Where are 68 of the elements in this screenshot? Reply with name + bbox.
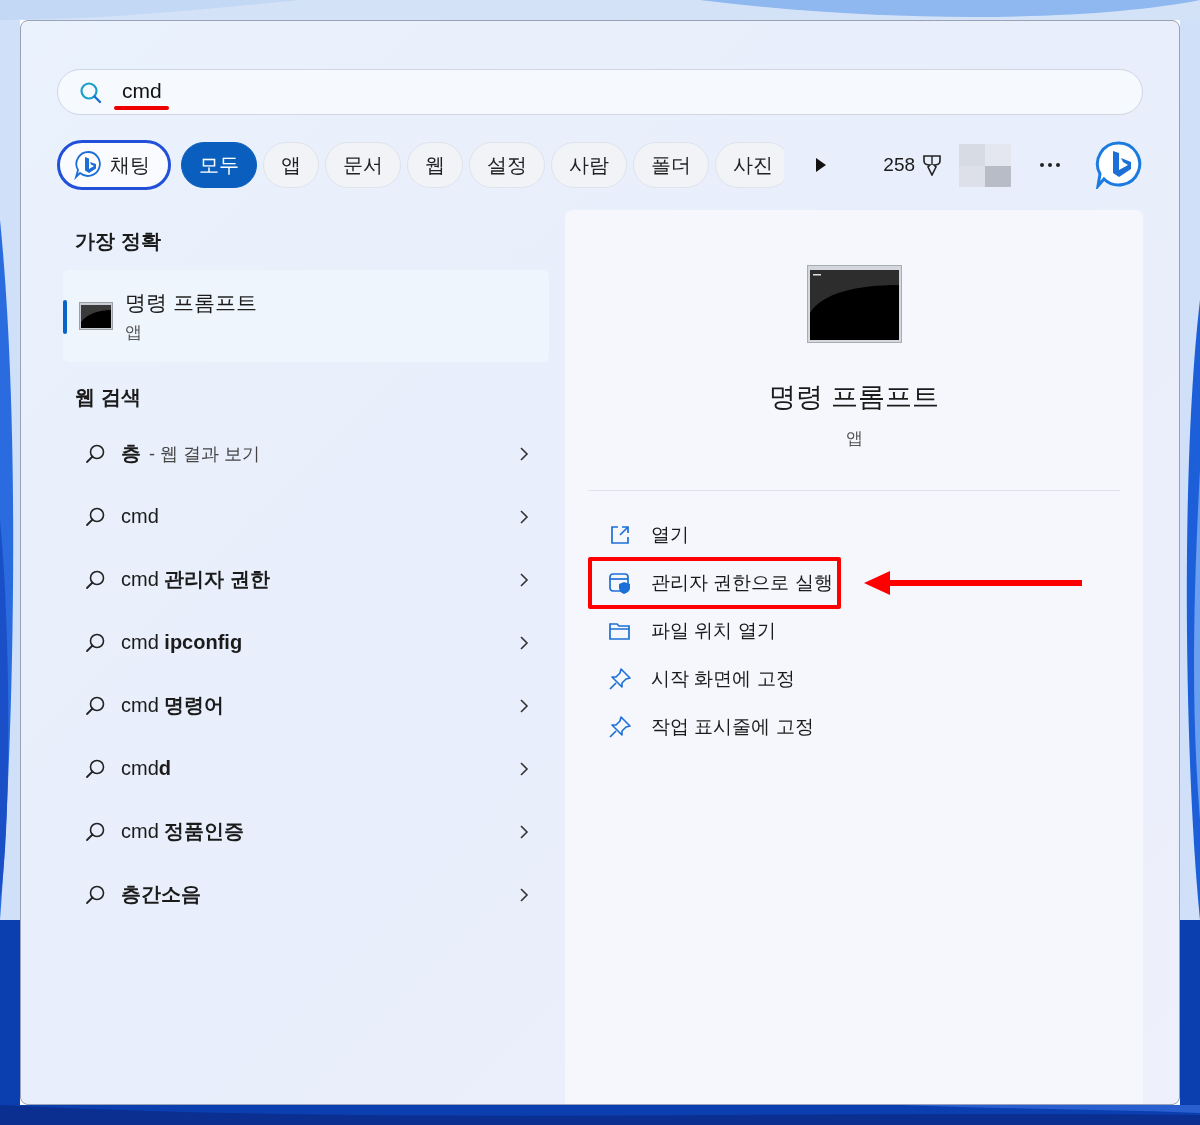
best-match-item[interactable]: 명령 프롬프트 앱 — [63, 270, 549, 362]
query-text: cmd 관리자 권한 — [121, 567, 270, 592]
search-icon — [85, 443, 105, 464]
chat-button[interactable]: 채팅 — [57, 140, 171, 190]
action-item[interactable]: 파일 위치 열기 — [588, 607, 841, 655]
chevron-right-icon — [519, 572, 529, 587]
web-result-item[interactable]: cmd 정품인증 — [63, 800, 549, 863]
terminal-icon — [806, 265, 902, 343]
search-icon — [85, 884, 105, 905]
pin-icon — [609, 716, 631, 738]
pin-icon — [609, 668, 631, 690]
chevron-right-icon — [519, 509, 529, 524]
query-text: cmdd — [121, 757, 171, 780]
query-text: cmd 정품인증 — [121, 819, 245, 844]
search-icon — [85, 632, 105, 653]
web-result-item[interactable]: cmd 관리자 권한 — [63, 548, 549, 611]
web-result-item[interactable]: 층간소음 — [63, 863, 549, 926]
points-count: 258 — [883, 154, 916, 176]
more-icon — [1039, 162, 1061, 168]
filter-tab[interactable]: 웹 — [407, 142, 463, 188]
web-results-label: - 웹 결과 보기 — [149, 442, 260, 466]
action-item[interactable]: 작업 표시줄에 고정 — [588, 703, 841, 751]
search-field[interactable]: cmd — [57, 69, 1143, 115]
web-result-item[interactable]: cmd — [63, 485, 549, 548]
terminal-icon — [79, 302, 113, 330]
search-icon — [85, 506, 105, 527]
bing-icon — [1095, 141, 1143, 189]
chevron-right-icon — [519, 761, 529, 776]
web-result-item[interactable]: cmd 명령어 — [63, 674, 549, 737]
action-item[interactable]: 열기 — [588, 511, 841, 559]
play-icon — [814, 157, 828, 173]
search-icon — [85, 821, 105, 842]
query-text: 층 — [121, 441, 141, 466]
shield-window-icon — [609, 572, 631, 594]
query-text: cmd — [121, 505, 159, 528]
filter-tab[interactable]: 모두 — [181, 142, 257, 188]
app-type: 앱 — [845, 428, 863, 450]
web-result-item[interactable]: cmd ipconfig — [63, 611, 549, 674]
app-title: 명령 프롬프트 — [769, 381, 939, 414]
section-heading: 웹 검색 — [75, 385, 142, 408]
result-title: 명령 프롬프트 — [125, 289, 257, 316]
chevron-right-icon — [519, 446, 529, 461]
bing-chat-icon — [74, 150, 104, 180]
web-result-item[interactable]: cmdd — [63, 737, 549, 800]
search-icon — [85, 569, 105, 590]
result-type: 앱 — [125, 321, 143, 344]
section-heading: 가장 정확 — [75, 229, 162, 252]
chevron-right-icon — [519, 698, 529, 713]
search-icon — [85, 758, 105, 779]
chevron-right-icon — [519, 635, 529, 650]
folder-icon — [609, 620, 631, 642]
filter-tab[interactable]: 폴더 — [633, 142, 709, 188]
chevron-right-icon — [519, 824, 529, 839]
filter-tab[interactable]: 설정 — [469, 142, 545, 188]
filter-tab[interactable]: 앱 — [263, 142, 319, 188]
action-item[interactable]: 시작 화면에 고정 — [588, 655, 841, 703]
filter-tab[interactable]: 문서 — [325, 142, 401, 188]
query-text: cmd ipconfig — [121, 631, 243, 654]
external-link-icon — [609, 524, 631, 546]
filter-tab[interactable]: 사진 — [715, 142, 785, 188]
search-icon — [85, 695, 105, 716]
bing-button[interactable] — [1095, 141, 1143, 189]
chevron-right-icon — [519, 887, 529, 902]
query-text: cmd 명령어 — [121, 693, 225, 718]
query-text: 층간소음 — [121, 882, 201, 907]
trophy-icon — [921, 154, 944, 176]
filter-tab[interactable]: 사람 — [551, 142, 627, 188]
web-result-item[interactable]: 층 - 웹 결과 보기 — [63, 422, 549, 485]
